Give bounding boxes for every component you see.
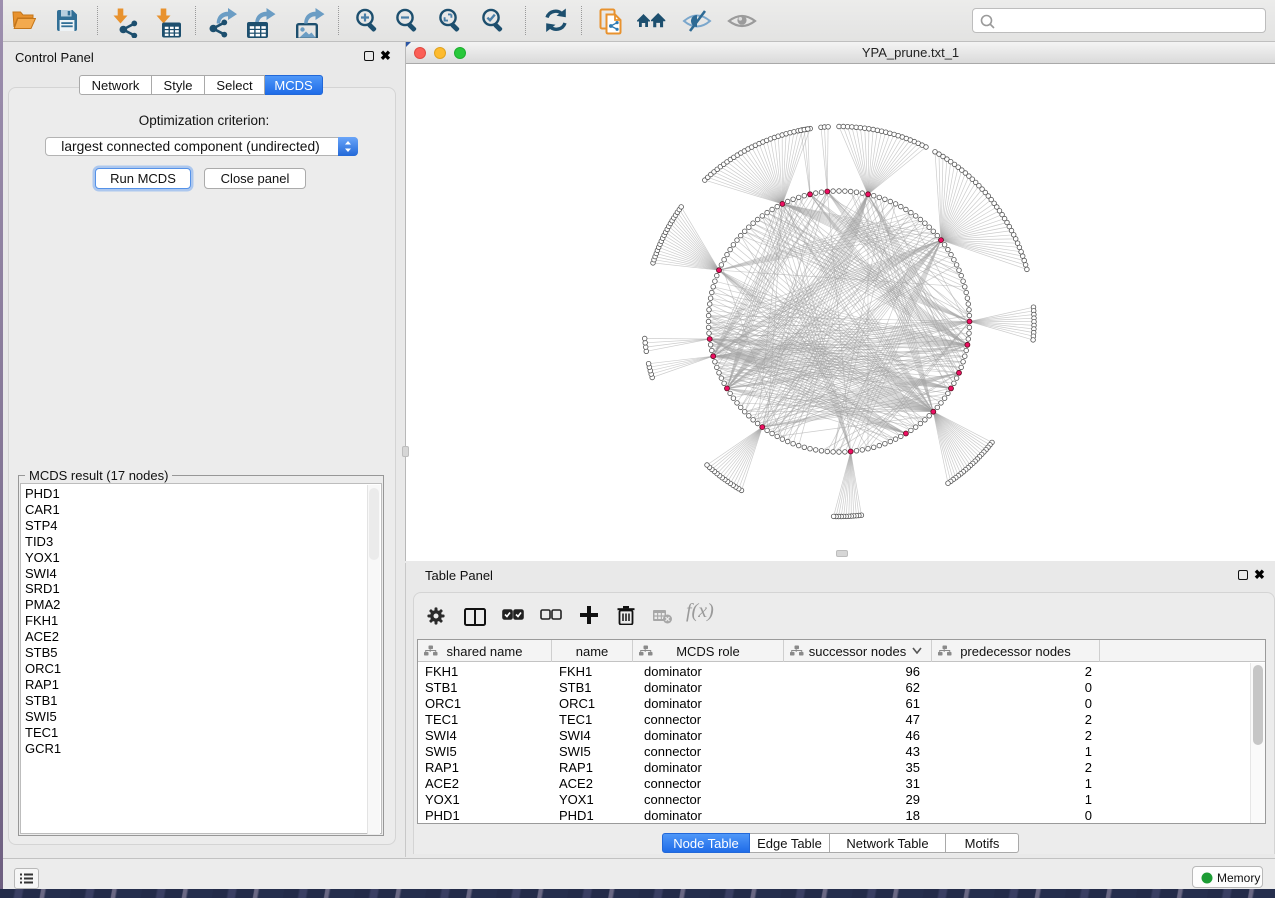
svg-text:f(x): f(x) [686,601,714,622]
